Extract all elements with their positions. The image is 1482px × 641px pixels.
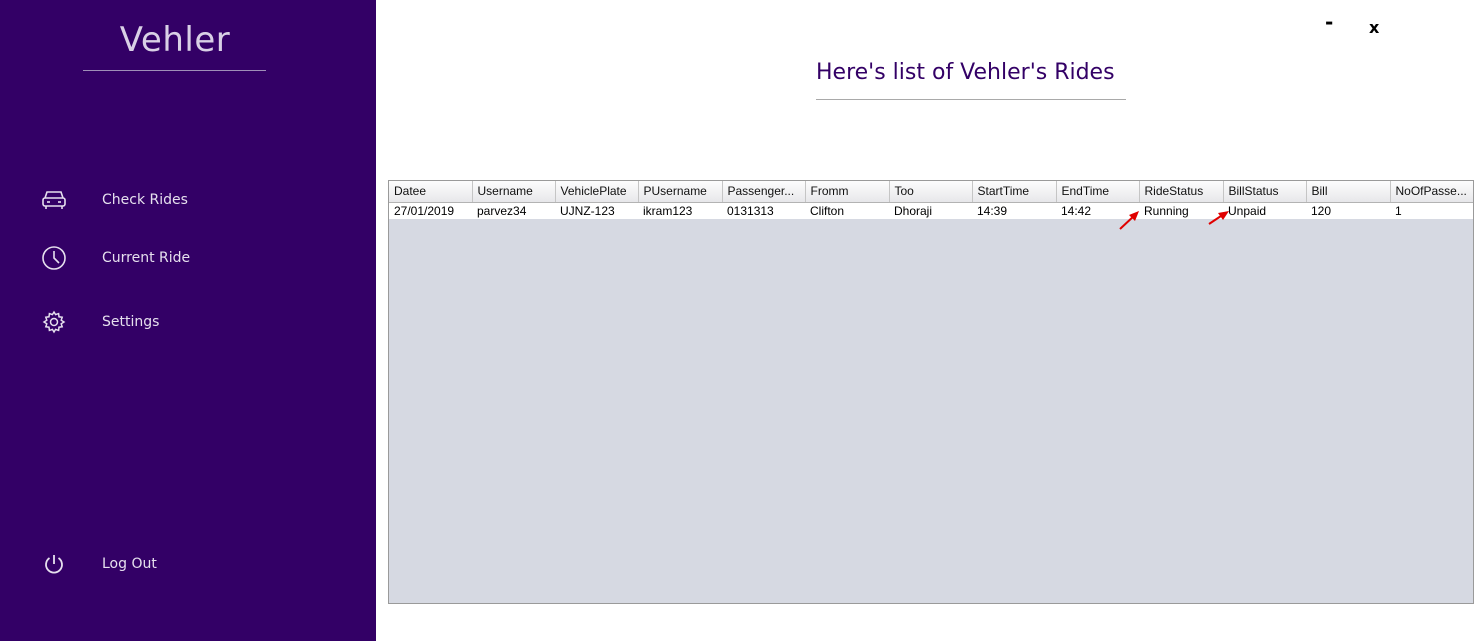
table-cell: 14:39 — [972, 202, 1056, 219]
column-header[interactable]: Datee — [389, 181, 473, 203]
power-icon — [40, 550, 68, 578]
table-row[interactable]: 27/01/2019 parvez34 UJNZ-123 ikram123 01… — [389, 202, 1473, 219]
column-header[interactable]: BillStatus — [1223, 181, 1307, 203]
column-header[interactable]: StartTime — [972, 181, 1057, 203]
column-header[interactable]: PUsername — [638, 181, 723, 203]
column-header[interactable]: Fromm — [805, 181, 890, 203]
table-cell: 120 — [1306, 202, 1390, 219]
column-header[interactable]: Passenger... — [722, 181, 806, 203]
sidebar: Vehler Check Rides Current Ride Settings… — [0, 0, 376, 641]
annotation-arrow-icon — [1119, 211, 1139, 230]
sidebar-item-label: Current Ride — [102, 250, 191, 266]
table-cell: ikram123 — [638, 202, 722, 219]
table-cell: Unpaid — [1223, 202, 1306, 219]
sidebar-item-label: Check Rides — [102, 192, 188, 208]
table-cell: Dhoraji — [889, 202, 972, 219]
table-header-row: Datee Username VehiclePlate PUsername Pa… — [389, 181, 1473, 203]
sidebar-item-label: Settings — [102, 314, 160, 330]
minimize-button[interactable]: - — [1325, 10, 1333, 34]
table-cell: parvez34 — [472, 202, 555, 219]
column-header[interactable]: Bill — [1306, 181, 1391, 203]
sidebar-item-label: Log Out — [102, 556, 157, 572]
column-header[interactable]: EndTime — [1056, 181, 1140, 203]
gear-icon — [40, 308, 68, 336]
brand-title: Vehler — [119, 20, 231, 60]
table-cell: UJNZ-123 — [555, 202, 638, 219]
table-cell: 1 — [1390, 202, 1473, 219]
close-button[interactable]: x — [1369, 18, 1379, 37]
annotation-arrow-icon — [1208, 211, 1229, 225]
sidebar-item-current-ride[interactable]: Current Ride — [40, 243, 340, 273]
page-title: Here's list of Vehler's Rides — [816, 60, 1115, 85]
rides-table: Datee Username VehiclePlate PUsername Pa… — [389, 181, 1473, 219]
title-underline — [816, 99, 1126, 100]
column-header[interactable]: Username — [472, 181, 556, 203]
column-header[interactable]: Too — [889, 181, 973, 203]
sidebar-item-log-out[interactable]: Log Out — [40, 549, 340, 579]
car-icon — [40, 186, 68, 214]
column-header[interactable]: VehiclePlate — [555, 181, 639, 203]
clock-icon — [40, 244, 68, 272]
table-cell: 27/01/2019 — [389, 202, 472, 219]
sidebar-item-settings[interactable]: Settings — [40, 307, 340, 337]
brand-divider — [83, 70, 266, 71]
sidebar-item-check-rides[interactable]: Check Rides — [40, 185, 340, 215]
column-header[interactable]: RideStatus — [1139, 181, 1224, 203]
table-cell: Clifton — [805, 202, 889, 219]
rides-table-container[interactable]: Datee Username VehiclePlate PUsername Pa… — [388, 180, 1474, 604]
table-cell: 0131313 — [722, 202, 805, 219]
column-header[interactable]: NoOfPasse... — [1390, 181, 1473, 203]
